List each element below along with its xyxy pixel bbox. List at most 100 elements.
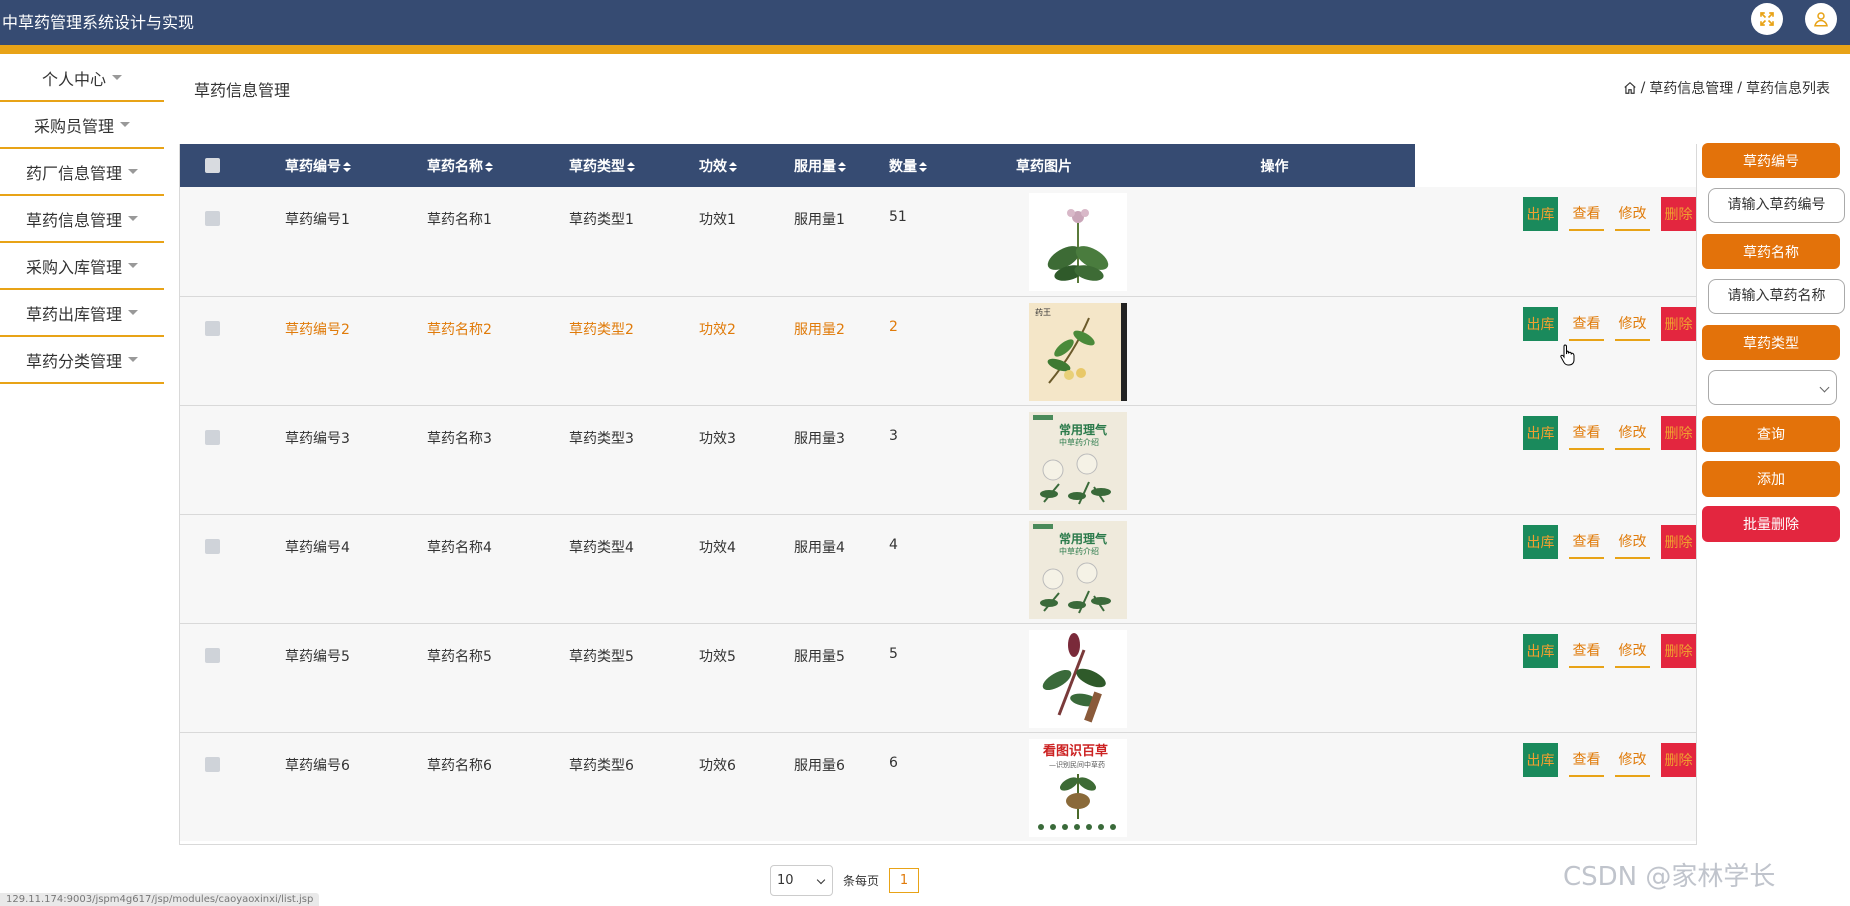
search-type-label: 草药类型 bbox=[1702, 325, 1840, 360]
svg-text:—识别民间中草药: —识别民间中草药 bbox=[1049, 760, 1105, 769]
view-button[interactable]: 查看 bbox=[1569, 742, 1604, 777]
row-checkbox[interactable] bbox=[205, 211, 220, 226]
view-button[interactable]: 查看 bbox=[1569, 633, 1604, 668]
query-button[interactable]: 查询 bbox=[1702, 416, 1840, 452]
table-row[interactable]: 草药编号3 草药名称3 草药类型3 功效3 服用量3 3 常用理气 中草药介绍 出库 查看 修改 删除 bbox=[180, 405, 1696, 514]
column-header-image: 草药图片 bbox=[1016, 158, 1072, 175]
delete-button[interactable]: 删除 bbox=[1661, 633, 1696, 668]
cell-type: 草药类型5 bbox=[569, 648, 634, 665]
cell-name: 草药名称6 bbox=[427, 757, 492, 774]
cell-effect: 功效2 bbox=[699, 321, 736, 338]
row-checkbox[interactable] bbox=[205, 320, 220, 336]
svg-text:看图识百草: 看图识百草 bbox=[1043, 743, 1108, 759]
search-name-input[interactable]: 请输入草药名称 bbox=[1708, 279, 1845, 314]
cell-qty: 6 bbox=[889, 754, 898, 771]
batch-delete-button[interactable]: 批量删除 bbox=[1702, 506, 1840, 542]
cell-name: 草药名称1 bbox=[427, 212, 492, 228]
row-checkbox[interactable] bbox=[205, 756, 220, 772]
delete-button[interactable]: 删除 bbox=[1661, 197, 1696, 231]
cell-effect: 功效6 bbox=[699, 757, 736, 774]
outbound-button[interactable]: 出库 bbox=[1523, 197, 1558, 231]
cell-code: 草药编号2 bbox=[285, 321, 350, 338]
edit-button[interactable]: 修改 bbox=[1615, 742, 1650, 777]
page-number-current[interactable]: 1 bbox=[889, 868, 920, 893]
breadcrumb: / 草药信息管理 / 草药信息列表 bbox=[1623, 78, 1830, 98]
table-row[interactable]: 草药编号1 草药名称1 草药类型1 功效1 服用量1 51 出库 查看 修改 删除 bbox=[180, 187, 1696, 296]
svg-text:常用理气: 常用理气 bbox=[1059, 422, 1107, 437]
search-type-select[interactable] bbox=[1708, 370, 1837, 405]
table-row[interactable]: 草药编号5 草药名称5 草药类型5 功效5 服用量5 5 出库 查看 修改 删除 bbox=[180, 623, 1696, 732]
user-button[interactable] bbox=[1805, 3, 1837, 35]
breadcrumb-item-herb-info[interactable]: 草药信息管理 bbox=[1649, 78, 1733, 98]
view-button[interactable]: 查看 bbox=[1569, 197, 1604, 231]
cell-name: 草药名称5 bbox=[427, 648, 492, 665]
row-checkbox[interactable] bbox=[205, 647, 220, 663]
herb-image: 看图识百草 —识别民间中草药 bbox=[1029, 738, 1127, 837]
add-button[interactable]: 添加 bbox=[1702, 461, 1840, 497]
delete-button[interactable]: 删除 bbox=[1661, 415, 1696, 450]
cell-type: 草药类型4 bbox=[569, 539, 634, 556]
table-row[interactable]: 草药编号6 草药名称6 草药类型6 功效6 服用量6 6 看图识百草 —识别民间中草药 出库 查看… bbox=[180, 732, 1696, 841]
cell-code: 草药编号5 bbox=[285, 648, 350, 665]
cell-qty: 51 bbox=[889, 209, 907, 225]
view-button[interactable]: 查看 bbox=[1569, 524, 1604, 559]
cell-dose: 服用量6 bbox=[794, 757, 845, 774]
outbound-button[interactable]: 出库 bbox=[1523, 524, 1558, 559]
svg-text:药王: 药王 bbox=[1035, 307, 1051, 317]
outbound-button[interactable]: 出库 bbox=[1523, 633, 1558, 668]
page-size-value: 10 bbox=[777, 873, 794, 888]
sidebar-item-personal-center[interactable]: 个人中心 bbox=[0, 55, 164, 102]
edit-button[interactable]: 修改 bbox=[1615, 633, 1650, 668]
breadcrumb-separator: / bbox=[1640, 80, 1646, 96]
outbound-button[interactable]: 出库 bbox=[1523, 742, 1558, 777]
column-header-type[interactable]: 草药类型 bbox=[569, 144, 699, 187]
cell-type: 草药类型1 bbox=[569, 212, 634, 228]
row-checkbox[interactable] bbox=[205, 429, 220, 445]
sidebar-item-buyer-management[interactable]: 采购员管理 bbox=[0, 102, 164, 149]
search-name-label: 草药名称 bbox=[1702, 234, 1840, 269]
app-title: 中草药管理系统设计与实现 bbox=[2, 13, 195, 32]
column-header-code[interactable]: 草药编号 bbox=[285, 144, 427, 187]
row-checkbox[interactable] bbox=[205, 538, 220, 554]
column-header-qty[interactable]: 数量 bbox=[889, 144, 954, 187]
view-button[interactable]: 查看 bbox=[1569, 306, 1604, 341]
edit-button[interactable]: 修改 bbox=[1615, 415, 1650, 450]
sidebar-item-herb-outbound[interactable]: 草药出库管理 bbox=[0, 290, 164, 337]
home-icon[interactable] bbox=[1623, 81, 1637, 95]
edit-button[interactable]: 修改 bbox=[1615, 306, 1650, 341]
delete-button[interactable]: 删除 bbox=[1661, 306, 1696, 341]
sidebar-item-purchase-inbound[interactable]: 采购入库管理 bbox=[0, 243, 164, 290]
delete-button[interactable]: 删除 bbox=[1661, 742, 1696, 777]
view-button[interactable]: 查看 bbox=[1569, 415, 1604, 450]
cell-qty: 3 bbox=[889, 427, 898, 444]
outbound-button[interactable]: 出库 bbox=[1523, 415, 1558, 450]
chevron-down-icon bbox=[1819, 382, 1830, 393]
chevron-down-icon bbox=[816, 875, 826, 885]
table-row[interactable]: 草药编号2 草药名称2 草药类型2 功效2 服用量2 2 药王 出库 查看 修改 删除 bbox=[180, 296, 1696, 405]
cell-code: 草药编号1 bbox=[285, 212, 350, 228]
column-header-dose[interactable]: 服用量 bbox=[794, 144, 889, 187]
fullscreen-button[interactable] bbox=[1751, 3, 1783, 35]
herb-image bbox=[1029, 193, 1127, 291]
caret-down-icon bbox=[128, 169, 138, 174]
sidebar-item-herb-info-management[interactable]: 草药信息管理 bbox=[0, 196, 164, 243]
delete-button[interactable]: 删除 bbox=[1661, 524, 1696, 559]
edit-button[interactable]: 修改 bbox=[1615, 197, 1650, 231]
column-header-effect[interactable]: 功效 bbox=[699, 144, 794, 187]
search-code-input[interactable]: 请输入草药编号 bbox=[1708, 188, 1845, 223]
sidebar-item-factory-management[interactable]: 药厂信息管理 bbox=[0, 149, 164, 196]
table-row[interactable]: 草药编号4 草药名称4 草药类型4 功效4 服用量4 4 常用理气 中草药介绍 出库 查看 修改 删除 bbox=[180, 514, 1696, 623]
cell-name: 草药名称4 bbox=[427, 539, 492, 556]
page-size-select[interactable]: 10 bbox=[770, 865, 833, 896]
user-icon bbox=[1814, 12, 1828, 27]
edit-button[interactable]: 修改 bbox=[1615, 524, 1650, 559]
column-header-name[interactable]: 草药名称 bbox=[427, 144, 569, 187]
caret-down-icon bbox=[120, 122, 130, 127]
cell-type: 草药类型2 bbox=[569, 321, 634, 338]
fullscreen-icon bbox=[1760, 12, 1774, 26]
cell-code: 草药编号6 bbox=[285, 757, 350, 774]
select-all-checkbox[interactable] bbox=[205, 158, 220, 173]
outbound-button[interactable]: 出库 bbox=[1523, 306, 1558, 341]
svg-text:中草药介绍: 中草药介绍 bbox=[1059, 546, 1099, 556]
sidebar-item-herb-category[interactable]: 草药分类管理 bbox=[0, 337, 164, 384]
